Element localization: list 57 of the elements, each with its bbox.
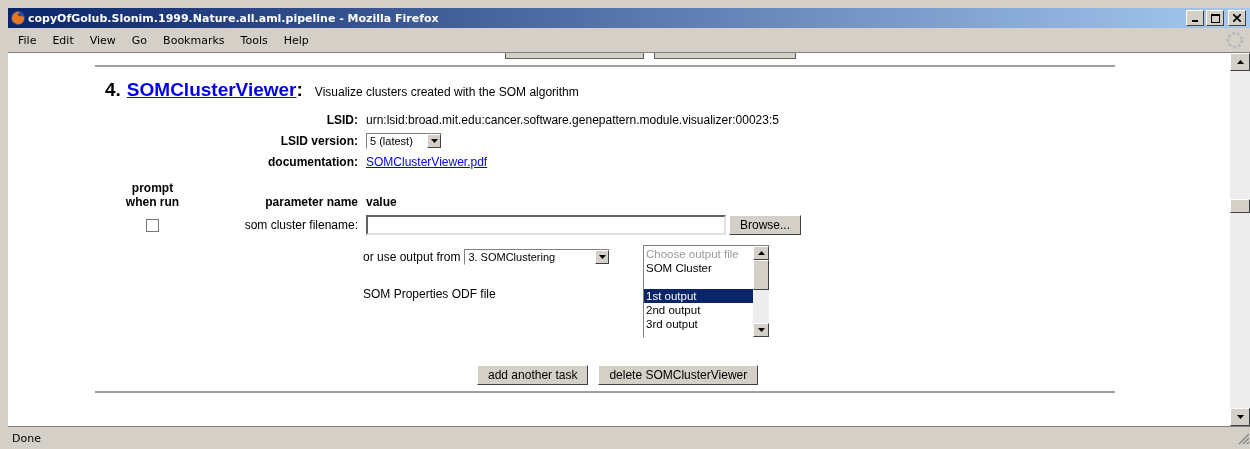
throbber-icon	[1226, 31, 1244, 49]
down-arrow-icon	[757, 328, 765, 332]
menu-item[interactable]: Go	[123, 33, 156, 47]
scroll-down-button[interactable]	[1230, 408, 1250, 426]
scroll-up-button[interactable]	[1230, 53, 1250, 71]
task-description: Visualize clusters created with the SOM algorithm	[314, 85, 579, 99]
column-header: prompt when run	[124, 181, 181, 209]
minimize-button[interactable]	[1186, 10, 1204, 26]
filename-field[interactable]	[366, 215, 726, 235]
task-button[interactable]: add another task	[477, 365, 589, 385]
close-icon	[1233, 14, 1241, 22]
caret-icon	[430, 139, 438, 143]
scroll-thumb[interactable]	[753, 260, 769, 290]
scroll-thumb[interactable]	[1230, 199, 1250, 213]
task-link[interactable]: SOMClusterViewer	[126, 79, 297, 100]
list-option[interactable]: SOM Cluster	[644, 261, 753, 275]
lsid-value: urn:lsid:broad.mit.edu:cancer.software.genepattern.module.visualizer:00023:5	[366, 113, 780, 127]
column-header: value	[366, 195, 398, 209]
menu-item[interactable]: Edit	[44, 33, 82, 47]
colon: :	[296, 79, 303, 100]
caret-icon	[598, 255, 606, 259]
prompt-checkbox[interactable]	[146, 218, 159, 232]
task-select[interactable]: 3. SOMClustering	[464, 249, 611, 265]
output-label: or use output from	[363, 250, 461, 264]
field-label: LSID version:	[279, 134, 358, 148]
scroll-up-button[interactable]	[753, 246, 769, 260]
button[interactable]	[505, 53, 644, 59]
menu-item[interactable]: Help	[275, 33, 317, 47]
field-label: LSID:	[325, 113, 358, 127]
maximize-icon	[1210, 13, 1220, 23]
file-type-label: SOM Properties ODF file	[363, 287, 497, 301]
maximize-button[interactable]	[1206, 10, 1224, 26]
browse-button[interactable]: Browse...	[729, 215, 801, 235]
menu-item[interactable]: File	[10, 33, 45, 47]
menu-item[interactable]: Tools	[232, 33, 276, 47]
resize-grip-icon	[1236, 431, 1250, 445]
documentation-link[interactable]: SOMClusterViewer.pdf	[366, 155, 488, 169]
parameter-label: som cluster filename:	[243, 218, 358, 232]
menu-item[interactable]: Bookmarks	[155, 33, 233, 47]
close-button[interactable]	[1228, 10, 1246, 26]
down-arrow-icon	[1236, 415, 1244, 419]
field-label: documentation:	[267, 155, 358, 169]
up-arrow-icon	[1236, 60, 1244, 64]
button[interactable]	[654, 53, 796, 59]
task-number: 4.	[105, 79, 121, 100]
up-arrow-icon	[757, 251, 765, 255]
task-button[interactable]: delete SOMClusterViewer	[598, 365, 759, 385]
browser-logo-icon	[10, 10, 26, 26]
list-option[interactable]: 1st output	[644, 289, 753, 303]
column-header: parameter name	[264, 195, 358, 209]
list-option[interactable]: 3rd output	[644, 317, 753, 331]
window-title: copyOfGolub.Slonim.1999.Nature.all.aml.pipeline - Mozilla Firefox	[28, 11, 440, 25]
menu-item[interactable]: View	[81, 33, 124, 47]
version-select[interactable]: 5 (latest)	[366, 133, 442, 149]
status-text: Done	[11, 431, 42, 445]
scroll-down-button[interactable]	[753, 323, 769, 337]
list-option[interactable]: 2nd output	[644, 303, 753, 317]
